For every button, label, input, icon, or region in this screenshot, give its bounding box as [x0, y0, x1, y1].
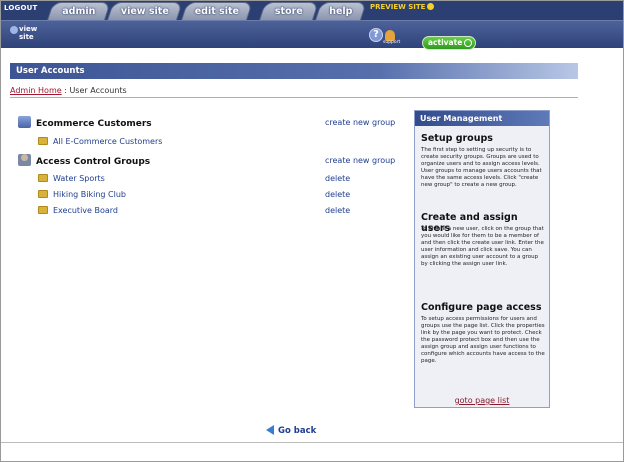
- support-label: support: [383, 40, 401, 45]
- tab-view-site[interactable]: view site: [107, 2, 183, 20]
- delete-link[interactable]: delete: [325, 174, 350, 183]
- section-text: To create a new user, click on the group…: [421, 226, 544, 267]
- panel-header: User Management: [415, 111, 549, 126]
- create-new-group-link-ecommerce[interactable]: create new group: [325, 118, 395, 127]
- logout-button[interactable]: LOGOUT: [4, 4, 38, 12]
- divider: [10, 97, 578, 98]
- page-title: User Accounts: [10, 63, 578, 79]
- breadcrumb-admin-home-link[interactable]: Admin Home: [10, 86, 62, 95]
- tab-store[interactable]: store: [259, 2, 319, 20]
- folder-icon: [38, 206, 48, 214]
- list-item[interactable]: Executive Board: [38, 206, 118, 215]
- user-icon: [18, 154, 31, 166]
- section-text: To setup access permissions for users an…: [421, 316, 545, 364]
- sub-toolbar: [0, 20, 624, 48]
- back-arrow-icon: [266, 425, 274, 435]
- activate-circle-icon: [464, 39, 472, 47]
- activate-button[interactable]: activate: [422, 36, 476, 50]
- eye-icon: [10, 26, 18, 34]
- group-header-access-control: Access Control Groups: [18, 154, 150, 167]
- view-site-button[interactable]: view site: [10, 26, 37, 41]
- help-icon[interactable]: ?: [369, 28, 383, 42]
- top-nav-bar: LOGOUT admin view site edit site store h…: [0, 0, 624, 20]
- list-item[interactable]: Hiking Biking Club: [38, 190, 126, 199]
- delete-link[interactable]: delete: [325, 206, 350, 215]
- section-title: Setup groups: [421, 133, 493, 144]
- group-header-ecommerce: Ecommerce Customers: [18, 116, 152, 129]
- users-group-icon: [18, 116, 31, 128]
- footer-divider: [0, 442, 624, 443]
- breadcrumb: Admin Home : User Accounts: [10, 86, 127, 95]
- section-text: The first step to setting up security is…: [421, 147, 542, 188]
- goto-page-list-link[interactable]: goto page list: [415, 396, 549, 405]
- preview-site-link[interactable]: PREVIEW SITE: [370, 3, 435, 11]
- preview-dot-icon: [427, 3, 435, 10]
- folder-icon: [38, 190, 48, 198]
- folder-icon: [38, 174, 48, 182]
- create-new-group-link-access[interactable]: create new group: [325, 156, 395, 165]
- delete-link[interactable]: delete: [325, 190, 350, 199]
- tab-admin[interactable]: admin: [47, 2, 111, 20]
- section-title: Configure page access: [421, 302, 542, 313]
- tab-help[interactable]: help: [315, 2, 367, 20]
- list-item[interactable]: All E-Commerce Customers: [38, 137, 162, 146]
- folder-icon: [38, 137, 48, 145]
- user-management-panel: User Management Setup groups The first s…: [414, 110, 550, 408]
- go-back-button[interactable]: Go back: [266, 425, 316, 436]
- tab-edit-site[interactable]: edit site: [181, 2, 253, 20]
- list-item[interactable]: Water Sports: [38, 174, 105, 183]
